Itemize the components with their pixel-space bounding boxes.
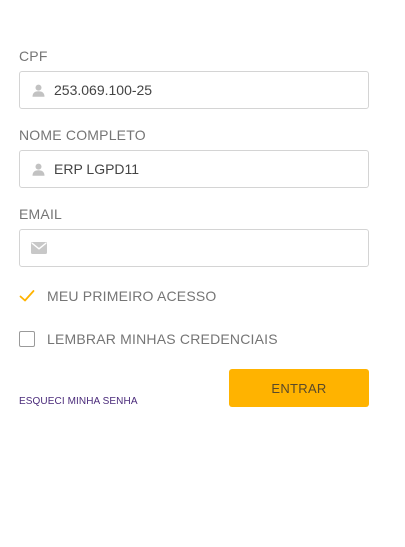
primeiro-acesso-label: MEU PRIMEIRO ACESSO	[47, 288, 217, 304]
lembrar-checkbox[interactable]	[19, 331, 35, 347]
primeiro-acesso-option[interactable]: MEU PRIMEIRO ACESSO	[19, 288, 217, 304]
check-icon[interactable]	[19, 288, 35, 304]
cpf-value: 253.069.100-25	[54, 82, 153, 98]
nome-value: ERP LGPD11	[54, 161, 140, 177]
nome-label: NOME COMPLETO	[19, 127, 146, 143]
user-icon	[31, 83, 45, 97]
login-form: CPF 253.069.100-25 NOME COMPLETO ERP LGP…	[0, 0, 405, 547]
submit-button[interactable]: ENTRAR	[229, 369, 369, 407]
nome-input[interactable]: ERP LGPD11	[19, 150, 369, 188]
lembrar-label: LEMBRAR MINHAS CREDENCIAIS	[47, 331, 278, 347]
user-icon	[31, 162, 45, 176]
cpf-input[interactable]: 253.069.100-25	[19, 71, 369, 109]
lembrar-option[interactable]: LEMBRAR MINHAS CREDENCIAIS	[19, 331, 278, 347]
cpf-label: CPF	[19, 48, 48, 64]
email-input[interactable]	[19, 229, 369, 267]
email-label: EMAIL	[19, 206, 63, 222]
envelope-icon	[31, 241, 47, 255]
forgot-password-link[interactable]: ESQUECI MINHA SENHA	[19, 396, 138, 407]
